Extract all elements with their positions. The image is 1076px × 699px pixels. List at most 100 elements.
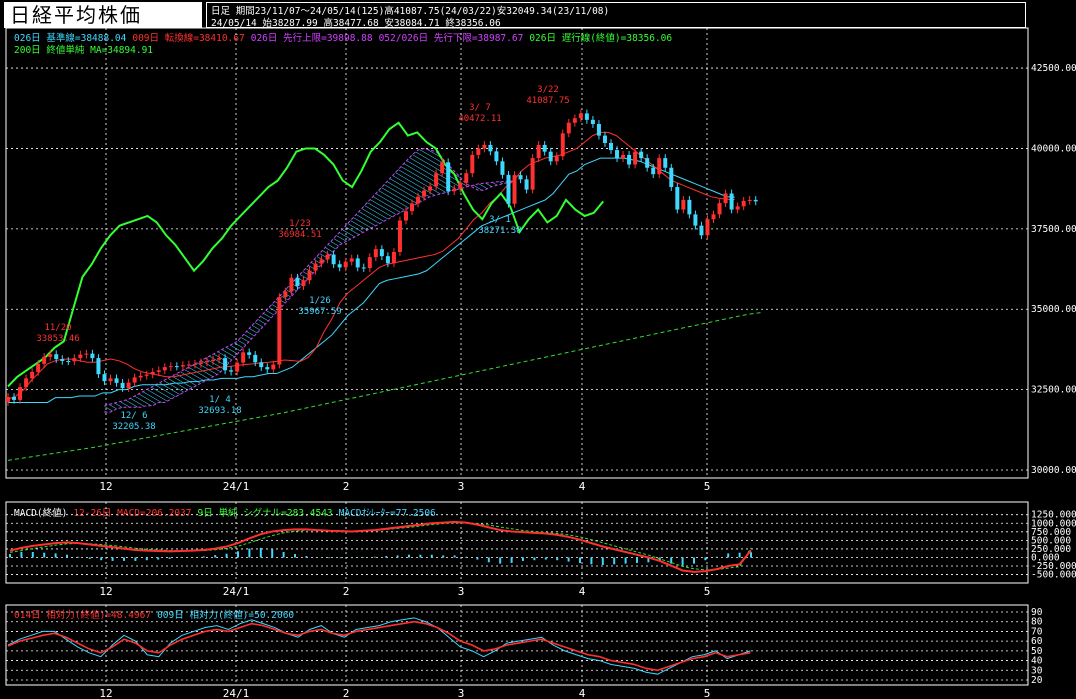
candle-body [639,151,644,159]
candle-body [204,360,209,363]
candle-body [217,358,222,360]
annotation-value: 36984.51 [278,230,321,240]
candle-body [265,367,270,370]
candle-body [319,259,324,264]
candle-body [379,249,384,257]
price-y-tick-label: 30000.00 [1031,465,1076,476]
price-y-tick-label: 37500.00 [1031,224,1076,235]
price-y-tick-label: 32500.00 [1031,385,1076,396]
x-tick-label-2: 5 [704,687,711,699]
annotation-value: 41087.75 [526,96,569,106]
candle-body [410,203,415,212]
candle-body [542,144,547,152]
annotation-date: 12/ 6 [120,411,147,421]
price-frame [5,27,1029,479]
candle-body [512,175,517,204]
candle-body [30,371,35,379]
candle-body [729,193,734,210]
x-tick-label-1: 12 [99,585,112,598]
candle-body [434,173,439,187]
x-tick-label-0: 3 [458,480,465,493]
candle-body [609,142,613,151]
annotation-date: 1/26 [309,296,331,306]
candle-body [633,151,638,165]
x-tick-label-0: 5 [704,480,711,493]
candle-body [572,118,577,123]
candle-body [168,366,173,368]
candle-body [36,363,41,372]
candle-body [693,214,698,226]
candle-body [12,397,17,400]
candle-body [271,364,276,370]
candle-body [747,199,752,201]
candle-body [283,291,288,298]
candle-body [241,352,246,363]
candle-body [681,199,686,210]
x-tick-label-0: 4 [579,480,586,493]
candle-body [669,167,674,188]
candle-body [120,382,125,389]
candle-body [24,378,29,388]
rsi-y-tick-label: 20 [1031,675,1043,686]
annotation-value: 33853.46 [36,334,79,344]
candle-body [717,203,722,215]
candle-body [367,257,372,269]
candle-body [482,144,487,149]
candle-body [247,352,252,355]
candle-body [753,199,758,202]
candle-body [385,256,390,264]
candle-body [416,196,421,204]
candle-body [337,264,342,268]
x-tick-label-2: 12 [99,687,112,699]
candle-body [627,154,632,165]
candle-body [663,158,668,168]
macd-frame [5,501,1029,584]
candle-body [488,144,493,152]
candle-body [84,353,89,355]
candle-body [446,162,451,192]
candle-body [60,359,65,361]
candle-body [277,297,282,365]
candle-body [355,258,360,268]
candle-body [90,353,95,359]
candle-body [331,254,336,265]
base-line [8,157,735,403]
candle-body [211,359,216,361]
lagging-line [7,121,604,388]
candle-body [325,254,330,260]
candle-body [361,267,366,269]
x-tick-label-0: 2 [343,480,350,493]
candle-body [349,258,354,262]
candle-body [253,354,258,363]
candle-body [578,113,583,119]
annotation-value: 32693.18 [198,406,241,416]
candle-body [295,277,300,287]
candle-body [428,186,433,191]
x-tick-label-1: 4 [579,585,586,598]
candle-body [500,161,505,175]
chart-window: { "header": { "title": "日経平均株価", "info_l… [0,0,1076,699]
price-y-tick-label: 40000.00 [1031,143,1076,154]
x-tick-label-1: 24/1 [223,585,250,598]
candle-body [440,162,445,174]
candle-body [554,156,559,162]
candle-body [615,150,620,159]
candle-body [566,122,571,134]
candle-body [235,362,240,372]
candle-body [6,397,10,402]
annotation-value: 38271.38 [478,226,521,236]
candle-body [198,362,203,364]
candle-body [180,365,185,367]
candle-body [96,358,101,375]
annotation-date: 1/ 4 [209,395,231,405]
candle-body [42,356,47,364]
candle-body [144,374,149,376]
x-tick-label-1: 3 [458,585,465,598]
annotation-date: 3/ 7 [469,103,491,113]
candle-body [132,377,137,383]
candle-body [108,378,113,382]
candle-body [343,261,348,268]
candle-body [687,199,692,215]
candle-body [536,144,541,159]
candle-body [229,370,234,372]
